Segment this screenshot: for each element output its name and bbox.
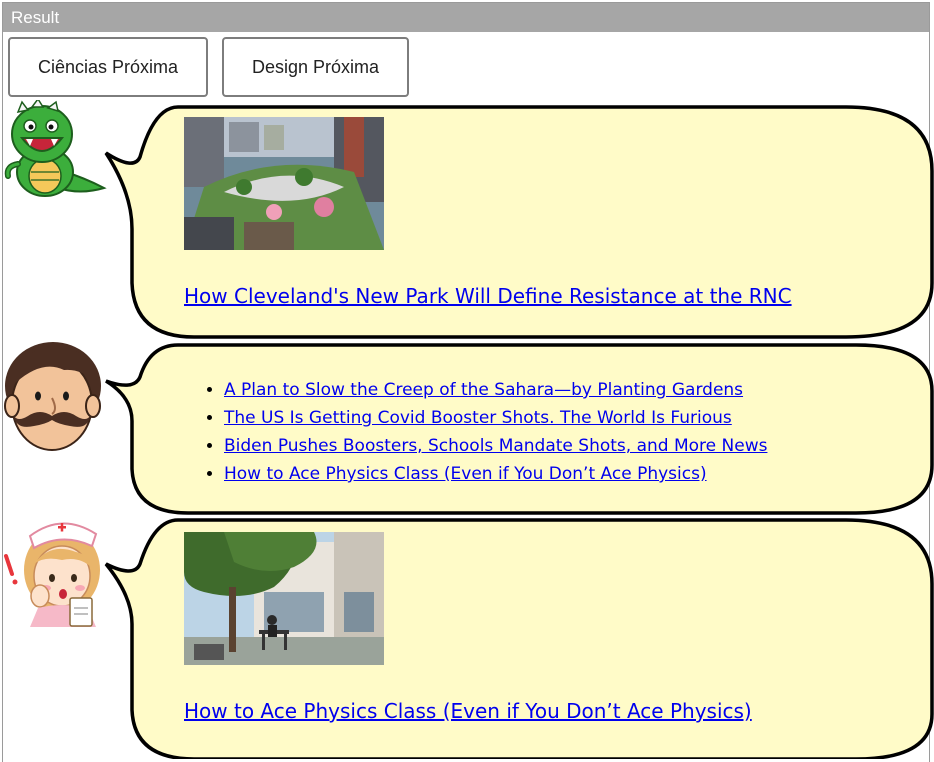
article-link-list: A Plan to Slow the Creep of the Sahara—b… — [184, 376, 767, 488]
speech-bubble-3: How to Ace Physics Class (Even if You Do… — [96, 514, 934, 759]
ciencias-proxima-button[interactable]: Ciências Próxima — [8, 37, 208, 97]
cleveland-park-photo — [184, 117, 384, 250]
ace-physics-link[interactable]: How to Ace Physics Class (Even if You Do… — [224, 464, 707, 484]
list-item: How to Ace Physics Class (Even if You Do… — [224, 460, 767, 488]
result-header: Result — [3, 3, 929, 32]
list-item: A Plan to Slow the Creep of the Sahara—b… — [224, 376, 767, 404]
speech-bubble-2: A Plan to Slow the Creep of the Sahara—b… — [96, 341, 934, 517]
design-proxima-button[interactable]: Design Próxima — [222, 37, 409, 97]
covid-booster-link[interactable]: The US Is Getting Covid Booster Shots. T… — [224, 408, 732, 428]
list-item: Biden Pushes Boosters, Schools Mandate S… — [224, 432, 767, 460]
ace-physics-article-link[interactable]: How to Ace Physics Class (Even if You Do… — [184, 699, 752, 723]
list-item: The US Is Getting Covid Booster Shots. T… — [224, 404, 767, 432]
physics-class-photo — [184, 532, 384, 665]
biden-boosters-link[interactable]: Biden Pushes Boosters, Schools Mandate S… — [224, 436, 767, 456]
surprised-nurse-icon — [0, 512, 108, 631]
mustache-man-icon — [0, 338, 108, 462]
speech-bubble-1: How Cleveland's New Park Will Define Res… — [96, 101, 934, 341]
sahara-gardens-link[interactable]: A Plan to Slow the Creep of the Sahara—b… — [224, 380, 743, 400]
cleveland-park-article-link[interactable]: How Cleveland's New Park Will Define Res… — [184, 284, 792, 308]
green-dinosaur-monster-icon — [0, 97, 108, 204]
